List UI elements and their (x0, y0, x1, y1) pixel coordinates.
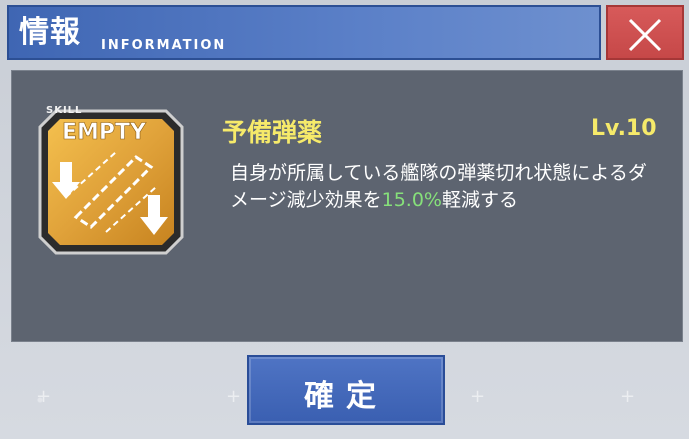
dialog-header: 情報 INFORMATION (7, 5, 601, 60)
skill-level: Lv.10 (591, 116, 657, 141)
confirm-button[interactable]: 確定 (247, 355, 445, 425)
dialog-subtitle: INFORMATION (101, 38, 227, 53)
decor-plus: + (226, 386, 242, 407)
decor-plus: + (36, 386, 52, 407)
skill-desc-text-end: 軽減する (441, 189, 518, 211)
decor-plus: + (470, 386, 486, 407)
skill-desc-value: 15.0% (381, 189, 442, 211)
confirm-label: 確定 (304, 379, 388, 414)
close-button[interactable] (606, 5, 684, 60)
skill-name: 予備弾薬 (222, 118, 323, 147)
decor-plus: + (620, 386, 636, 407)
skill-tag: SKILL (46, 105, 83, 116)
dialog-title: 情報 (19, 15, 81, 50)
skill-empty-ammo-icon: EMPTY (38, 109, 184, 255)
skill-description: 自身が所属している艦隊の弾薬切れ状態によるダメージ減少効果を15.0%軽減する (230, 160, 650, 214)
skill-icon-text: EMPTY (62, 120, 147, 145)
close-icon (628, 18, 662, 52)
